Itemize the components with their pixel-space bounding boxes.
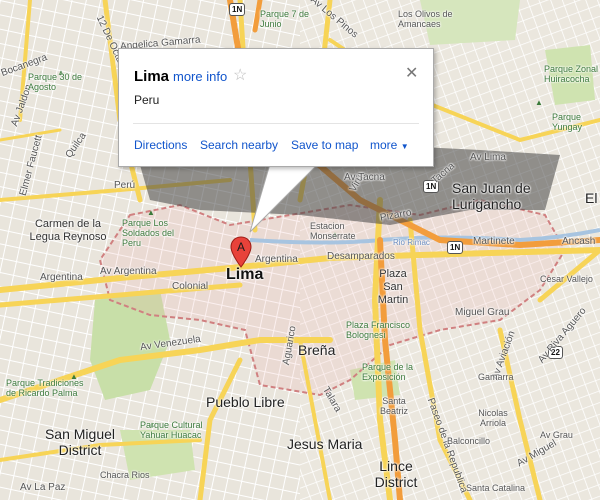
- park-label: Parque Zonal Huiracocha: [544, 64, 599, 84]
- place-label: Los Olivos de Amancaes: [398, 9, 453, 29]
- highway-shield: 1N: [447, 241, 464, 254]
- divider: [133, 123, 419, 124]
- info-window: Lima more info ☆ ✕ Peru Directions Searc…: [118, 48, 434, 167]
- road-label: Miguel Grau: [455, 307, 510, 318]
- place-label: Cesar Vallejo: [540, 274, 593, 284]
- road-label: Av Lima: [470, 152, 506, 163]
- park-label: Parque 30 de Agosto: [28, 72, 83, 92]
- district-label: San Miguel District: [44, 426, 116, 458]
- road-label: Av Tacna: [344, 172, 385, 183]
- map-marker-pin[interactable]: A: [229, 236, 253, 268]
- place-label: Nicolas Arriola: [478, 408, 508, 428]
- place-label: Gamarra: [478, 372, 514, 382]
- city-label: Lima: [226, 266, 264, 283]
- place-label: Chacra Rios: [100, 470, 150, 480]
- info-window-title: Lima: [134, 68, 170, 85]
- place-label: Balconcillo: [447, 436, 491, 446]
- star-icon[interactable]: ☆: [233, 65, 247, 85]
- place-label: Estacion Monserrate: [310, 221, 356, 241]
- park-label: Plaza Francisco Bolognesi: [346, 320, 411, 340]
- map[interactable]: ▲ ▲ ▲ ▲ ▲ ▲ ▲ 1N 1N 22 1N Lima San Juan …: [0, 0, 600, 500]
- chevron-down-icon: ▼: [400, 142, 409, 151]
- save-to-map-link[interactable]: Save to map: [291, 138, 358, 152]
- road-label: Colonial: [172, 281, 209, 292]
- info-window-subtitle: Peru: [134, 93, 160, 107]
- district-label: Breña: [298, 342, 336, 358]
- marker-letter: A: [237, 240, 245, 254]
- road-label: Perú: [114, 180, 136, 191]
- district-label: El: [585, 190, 598, 206]
- search-nearby-link[interactable]: Search nearby: [200, 138, 278, 152]
- park-label: Parque Tradiciones de Ricardo Palma: [6, 378, 84, 398]
- district-label: Jesus Maria: [287, 436, 363, 452]
- district-label: Pueblo Libre: [206, 394, 285, 410]
- road-label: Ancash: [562, 236, 596, 247]
- district-label: San Juan de Lurigancho: [452, 180, 531, 212]
- place-label: Santa Catalina: [466, 483, 526, 493]
- park-marker-icon: ▲: [147, 208, 155, 217]
- place-label: Av Grau: [540, 430, 573, 440]
- park-label: Parque 7 de Junio: [260, 9, 310, 29]
- road-label: Argentina: [40, 272, 83, 283]
- more-info-link[interactable]: more info: [173, 69, 227, 84]
- road-label: Av La Paz: [20, 482, 66, 493]
- park-label: Parque Cultural Yahuar Huacac: [140, 420, 203, 440]
- district-label: Carmen de la Legua Reynoso: [29, 218, 107, 243]
- highway-shield: 1N: [229, 3, 246, 16]
- place-label: Santa Beatriz: [379, 396, 408, 416]
- close-icon[interactable]: ✕: [405, 63, 418, 83]
- road-label: Martinete: [473, 236, 515, 247]
- road-label: Argentina: [255, 254, 298, 265]
- park-label: Parque Los Soldados del Peru: [122, 218, 175, 248]
- place-label: Plaza San Martin: [377, 268, 409, 306]
- directions-link[interactable]: Directions: [134, 138, 187, 152]
- district-label: Lince District: [374, 458, 418, 490]
- more-dropdown[interactable]: more ▼: [370, 138, 409, 152]
- park-marker-icon: ▲: [535, 98, 543, 107]
- road-label: Desamparados: [327, 251, 395, 262]
- river-label: Rio Rimac: [393, 238, 430, 247]
- park-label: Parque de la Exposición: [362, 362, 414, 382]
- park-label: Parque Yungay: [552, 112, 583, 132]
- more-label: more: [370, 138, 398, 152]
- road-label: Av Argentina: [100, 266, 157, 277]
